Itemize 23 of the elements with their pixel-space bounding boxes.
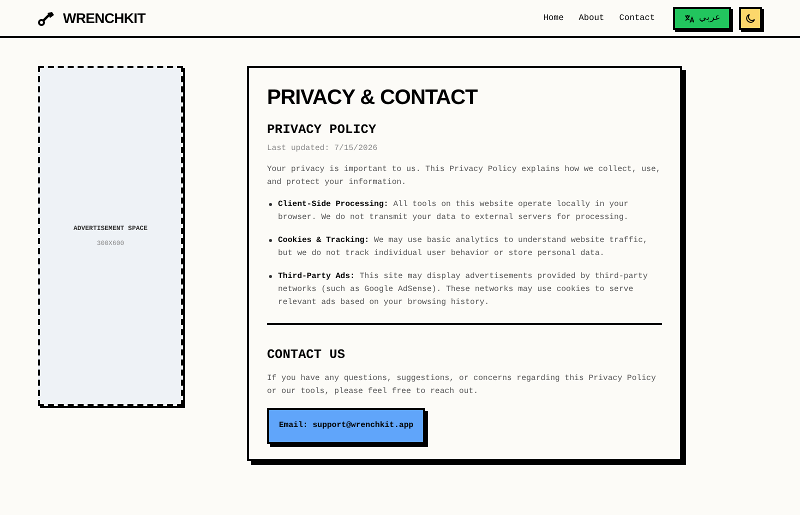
language-button[interactable]: عربي bbox=[673, 6, 731, 30]
section-heading: PRIVACY POLICY bbox=[267, 121, 378, 139]
policy-item: Cookies & Tracking: We may use basic analytics to understand website traffic, but we do not track individual user behavior or store personal data. bbox=[278, 234, 649, 260]
policy-item: Third-Party Ads: This site may display advertisements provided by third-party networks (such as Google AdSense). These networks may use cookies to serve relevant ads based on your browsing history. bbox=[278, 270, 649, 308]
language-label: عربي bbox=[699, 11, 720, 24]
bullet-icon bbox=[269, 202, 272, 206]
policy-item: Client-Side Processing: All tools on this website operate locally in your browser. We do not transmit your data to external servers for processing. bbox=[278, 198, 630, 224]
email-button[interactable]: Email: support@wrenchkit.app bbox=[267, 408, 426, 444]
nav-link[interactable]: About bbox=[578, 12, 604, 24]
moon-icon bbox=[745, 12, 756, 24]
intro-paragraph: Your privacy is important to us. This Privacy Policy explains how we collect, use, and protect your information. bbox=[267, 164, 662, 188]
bullet-icon bbox=[269, 238, 272, 242]
brand-name[interactable]: WRENCHKIT bbox=[63, 8, 146, 28]
wrench-icon bbox=[38, 10, 55, 26]
page-title: PRIVACY & CONTACT bbox=[267, 85, 479, 111]
nav-link[interactable]: Home bbox=[543, 12, 564, 24]
nav-link[interactable]: Contact bbox=[619, 12, 655, 24]
section-heading: CONTACT US bbox=[267, 346, 346, 364]
theme-toggle-button[interactable] bbox=[739, 6, 762, 30]
bullet-icon bbox=[269, 274, 272, 278]
translate-icon bbox=[684, 14, 694, 22]
last-updated-text: Last updated: 7/15/2026 bbox=[267, 142, 378, 154]
contact-paragraph: If you have any questions, suggestions, or concerns regarding this Privacy Policy or our tools, please feel free to reach out. bbox=[267, 373, 657, 398]
